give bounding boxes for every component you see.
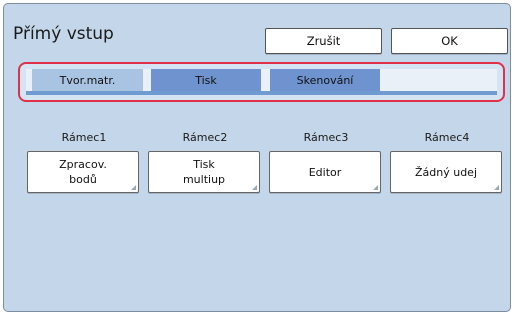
frame1-label: Rámec1 [61,131,107,144]
frame4-label: Rámec4 [424,131,470,144]
frame3-label: Rámec3 [303,131,349,144]
tab-tvor-matr[interactable]: Tvor.matr. [32,69,143,91]
corner-indicator-icon [131,185,136,190]
ok-button[interactable]: OK [391,28,508,54]
frame4-button[interactable]: Žádný udej [390,151,502,193]
tab-tisk[interactable]: Tisk [151,69,261,91]
page-title: Přímý vstup [13,24,114,44]
tab-skenovani[interactable]: Skenování [270,69,380,91]
corner-indicator-icon [252,185,257,190]
frame1-button[interactable]: Zpracov. bodů [27,151,139,193]
frame2-button-label: Tisk multiup [182,158,226,186]
cancel-button[interactable]: Zrušit [265,28,382,54]
frame2-button[interactable]: Tisk multiup [148,151,260,193]
corner-indicator-icon [373,185,378,190]
frame3-button-label: Editor [308,165,342,179]
frame1-button-label: Zpracov. bodů [59,158,107,186]
corner-indicator-icon [494,185,499,190]
dialog-panel: Přímý vstup Zrušit OK Tvor.matr. Tisk Sk… [3,3,511,312]
frame3-button[interactable]: Editor [269,151,381,193]
tab-strip: Tvor.matr. Tisk Skenování [26,69,497,95]
frame4-button-label: Žádný udej [414,165,477,179]
frame2-label: Rámec2 [182,131,228,144]
tab-bar-highlight: Tvor.matr. Tisk Skenování [18,62,505,102]
